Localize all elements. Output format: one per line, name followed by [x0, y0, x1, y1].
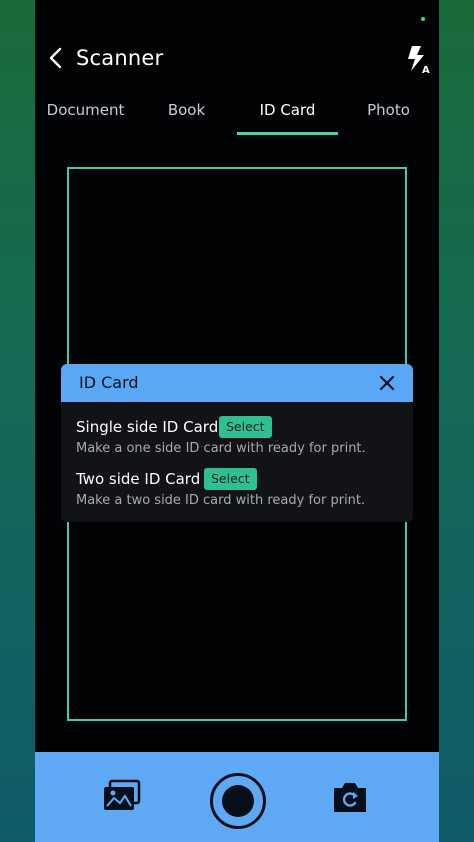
mode-tabs: Document Book ID Card Photo: [35, 96, 439, 136]
option-single-side-title: Single side ID Card: [76, 418, 219, 436]
page-title: Scanner: [76, 46, 164, 70]
camera-screen: Scanner A Document Book ID Card Photo ID…: [35, 0, 439, 842]
capture-bar: [35, 752, 439, 842]
select-single-side-button[interactable]: Select: [219, 416, 272, 438]
id-card-dialog: ID Card Single side ID Card Select Make …: [61, 364, 413, 522]
select-two-side-button[interactable]: Select: [204, 468, 257, 490]
dialog-header: ID Card: [61, 364, 413, 402]
camera-switch-icon[interactable]: [331, 780, 369, 814]
flash-auto-icon[interactable]: A: [403, 44, 433, 74]
flash-badge: A: [422, 65, 430, 74]
shutter-button[interactable]: [210, 773, 266, 829]
shutter-inner: [222, 785, 254, 817]
tab-id-card[interactable]: ID Card: [237, 96, 338, 136]
status-indicator: [421, 17, 425, 21]
dialog-title: ID Card: [79, 373, 139, 392]
option-single-side-description: Make a one side ID card with ready for p…: [76, 441, 366, 456]
back-icon[interactable]: [45, 44, 67, 72]
option-two-side-title: Two side ID Card: [76, 470, 201, 488]
active-tab-indicator: [237, 132, 338, 135]
gallery-icon[interactable]: [103, 779, 141, 813]
tab-photo[interactable]: Photo: [338, 96, 439, 136]
top-bar: Scanner A: [35, 34, 439, 82]
option-two-side-description: Make a two side ID card with ready for p…: [76, 493, 366, 508]
close-icon[interactable]: [377, 373, 397, 393]
tab-book[interactable]: Book: [136, 96, 237, 136]
tab-document[interactable]: Document: [35, 96, 136, 136]
